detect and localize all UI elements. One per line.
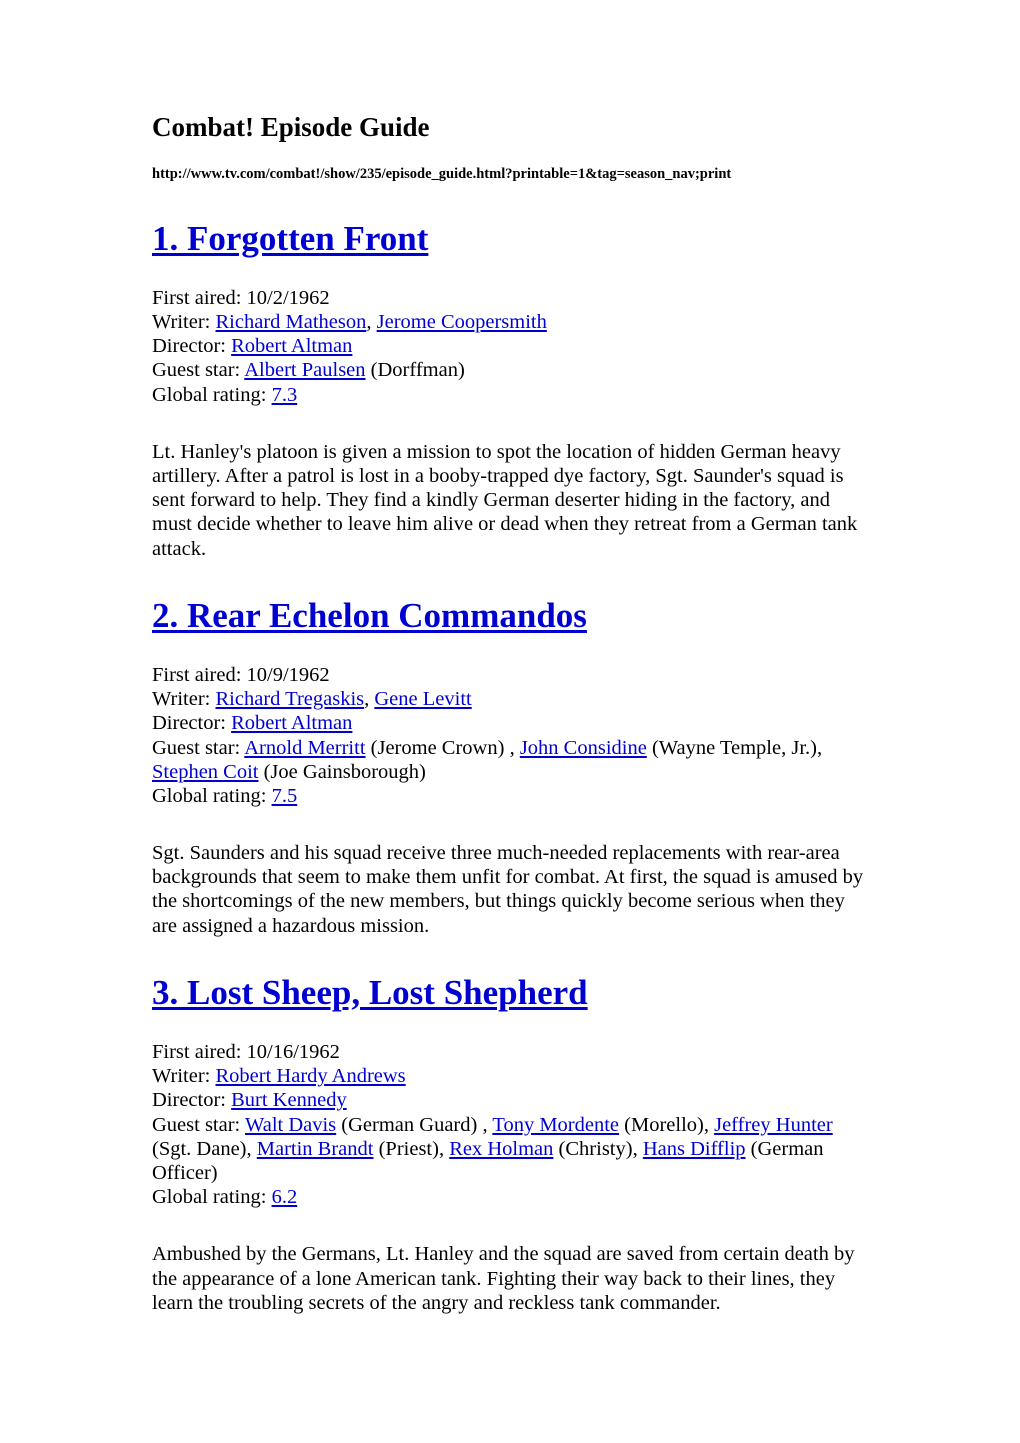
episode-heading: 3. Lost Sheep, Lost Shepherd <box>152 973 868 1012</box>
document-content: Combat! Episode Guide http://www.tv.com/… <box>152 112 868 1315</box>
episode-metadata: First aired: 10/16/1962 Writer: Robert H… <box>152 1040 868 1209</box>
first-aired-value: 10/2/1962 <box>246 286 330 309</box>
writer-line: Writer: Robert Hardy Andrews <box>152 1064 868 1088</box>
global-rating-line: Global rating: 6.2 <box>152 1185 868 1209</box>
director-line: Director: Robert Altman <box>152 711 868 735</box>
guest-star-role: (Christy) <box>558 1137 633 1160</box>
director-link[interactable]: Burt Kennedy <box>231 1089 347 1111</box>
guest-star-line: Guest star: Albert Paulsen (Dorffman) <box>152 358 868 382</box>
guest-star-link[interactable]: John Considine <box>520 737 647 759</box>
director-label: Director: <box>152 335 226 358</box>
global-rating-link[interactable]: 6.2 <box>272 1186 298 1208</box>
director-line: Director: Burt Kennedy <box>152 1088 868 1112</box>
writer-label: Writer: <box>152 311 211 334</box>
first-aired-label: First aired: <box>152 286 242 309</box>
guest-star-label: Guest star: <box>152 1113 241 1136</box>
guest-star-label: Guest star: <box>152 736 241 759</box>
separator: , <box>366 311 377 334</box>
guest-star-role: (Morello) <box>624 1113 704 1136</box>
first-aired-label: First aired: <box>152 663 242 686</box>
global-rating-line: Global rating: 7.5 <box>152 784 868 808</box>
guest-star-role: (Jerome Crown) <box>370 736 505 759</box>
global-rating-link[interactable]: 7.3 <box>272 384 298 406</box>
episode-section: 1. Forgotten Front First aired: 10/2/196… <box>152 219 868 561</box>
guest-star-link[interactable]: Walt Davis <box>245 1114 336 1136</box>
writer-label: Writer: <box>152 688 211 711</box>
director-link[interactable]: Robert Altman <box>231 712 352 734</box>
global-rating-label: Global rating: <box>152 1186 267 1209</box>
first-aired-line: First aired: 10/9/1962 <box>152 663 868 687</box>
separator: , <box>438 1137 450 1160</box>
separator: , <box>364 688 375 711</box>
guest-star-link[interactable]: Stephen Coit <box>152 761 258 783</box>
page-title: Combat! Episode Guide <box>152 112 430 142</box>
episode-metadata: First aired: 10/2/1962 Writer: Richard M… <box>152 286 868 407</box>
global-rating-line: Global rating: 7.3 <box>152 383 868 407</box>
separator: , <box>632 1137 643 1160</box>
director-link[interactable]: Robert Altman <box>231 335 352 357</box>
episode-heading: 2. Rear Echelon Commandos <box>152 596 868 635</box>
first-aired-value: 10/16/1962 <box>246 1041 340 1064</box>
guest-star-link[interactable]: Arnold Merritt <box>244 737 365 759</box>
writer-link[interactable]: Richard Tregaskis <box>216 688 365 710</box>
director-label: Director: <box>152 712 226 735</box>
writer-line: Writer: Richard Matheson, Jerome Coopers… <box>152 310 868 334</box>
writer-line: Writer: Richard Tregaskis, Gene Levitt <box>152 687 868 711</box>
separator: , <box>246 1137 257 1160</box>
source-url: http://www.tv.com/combat!/show/235/episo… <box>152 166 732 183</box>
director-label: Director: <box>152 1089 226 1112</box>
global-rating-label: Global rating: <box>152 383 267 406</box>
separator: , <box>504 736 520 759</box>
guest-star-label: Guest star: <box>152 359 241 382</box>
episode-description: Sgt. Saunders and his squad receive thre… <box>152 842 864 937</box>
writer-link[interactable]: Richard Matheson <box>216 311 367 333</box>
episode-description: Ambushed by the Germans, Lt. Hanley and … <box>152 1243 855 1314</box>
writer-link[interactable]: Robert Hardy Andrews <box>216 1065 406 1087</box>
episode-heading: 1. Forgotten Front <box>152 219 868 258</box>
guest-star-link[interactable]: Tony Mordente <box>492 1114 619 1136</box>
writer-label: Writer: <box>152 1065 211 1088</box>
separator: , <box>477 1113 493 1136</box>
guest-star-role: (Sgt. Dane) <box>152 1137 247 1160</box>
first-aired-value: 10/9/1962 <box>246 663 330 686</box>
episode-title-link[interactable]: 1. Forgotten Front <box>152 219 428 258</box>
guest-star-role: (Dorffman) <box>370 359 465 382</box>
episode-section: 2. Rear Echelon Commandos First aired: 1… <box>152 596 868 938</box>
first-aired-line: First aired: 10/16/1962 <box>152 1040 868 1064</box>
guest-star-role: (Priest) <box>378 1137 439 1160</box>
guest-star-link[interactable]: Jeffrey Hunter <box>714 1114 833 1136</box>
guest-star-role: (Wayne Temple, Jr.) <box>651 736 817 759</box>
guest-star-role: (Joe Gainsborough) <box>263 760 426 783</box>
episode-description: Lt. Hanley's platoon is given a mission … <box>152 440 858 560</box>
first-aired-label: First aired: <box>152 1041 242 1064</box>
writer-link[interactable]: Gene Levitt <box>374 688 471 710</box>
guest-star-line: Guest star: Arnold Merritt (Jerome Crown… <box>152 737 822 783</box>
separator: , <box>816 736 823 759</box>
first-aired-line: First aired: 10/2/1962 <box>152 286 868 310</box>
global-rating-label: Global rating: <box>152 784 267 807</box>
document-page: Combat! Episode Guide http://www.tv.com/… <box>0 0 1020 1443</box>
guest-star-link[interactable]: Hans Difflip <box>643 1138 746 1160</box>
director-line: Director: Robert Altman <box>152 334 868 358</box>
guest-star-link[interactable]: Martin Brandt <box>257 1138 374 1160</box>
episode-metadata: First aired: 10/9/1962 Writer: Richard T… <box>152 663 868 808</box>
separator: , <box>703 1113 715 1136</box>
episode-section: 3. Lost Sheep, Lost Shepherd First aired… <box>152 973 868 1315</box>
guest-star-line: Guest star: Walt Davis (German Guard) , … <box>152 1114 833 1184</box>
writer-link[interactable]: Jerome Coopersmith <box>377 311 547 333</box>
global-rating-link[interactable]: 7.5 <box>272 785 298 807</box>
guest-star-role: (German Guard) <box>341 1113 478 1136</box>
episode-title-link[interactable]: 3. Lost Sheep, Lost Shepherd <box>152 973 588 1012</box>
guest-star-link[interactable]: Albert Paulsen <box>244 359 365 381</box>
guest-star-link[interactable]: Rex Holman <box>449 1138 553 1160</box>
episode-title-link[interactable]: 2. Rear Echelon Commandos <box>152 596 587 635</box>
